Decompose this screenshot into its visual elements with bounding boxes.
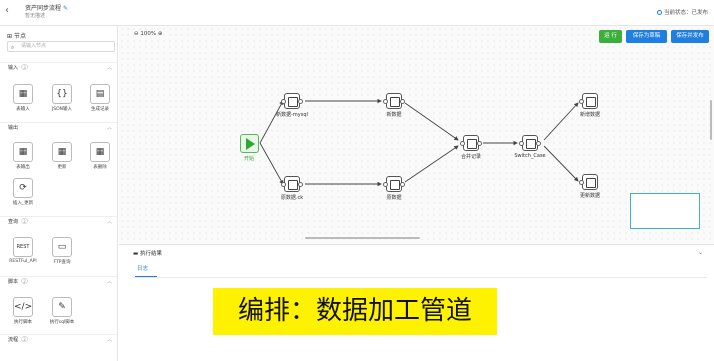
edge-sort1-merge (404, 102, 459, 141)
port-in (579, 99, 584, 104)
node-merge[interactable] (460, 135, 482, 151)
terminal-icon: ▬ (133, 251, 139, 257)
port-out (477, 141, 482, 146)
node-sort1-label: 新数据 (386, 112, 402, 118)
port-in (383, 99, 388, 104)
node-out2[interactable] (579, 174, 598, 190)
port-out (400, 99, 405, 104)
result-title-text: 执行结果 (139, 251, 162, 257)
node-out2-label: 更新数据 (579, 193, 600, 199)
port-out (298, 99, 303, 104)
node-merge-label: 合并记录 (460, 154, 481, 160)
start-label: 开始 (243, 156, 254, 162)
port-in (383, 182, 388, 187)
node-src2-label: 原数据.ck (280, 195, 304, 201)
edge-switch-out2 (543, 145, 579, 182)
node-switch[interactable] (519, 135, 541, 151)
collapse-chevron-icon[interactable]: ⌄ (698, 249, 703, 256)
node-sort1[interactable] (383, 93, 405, 109)
result-title: ▬ 执行结果 (133, 249, 162, 257)
port-in (281, 99, 286, 104)
start-node[interactable] (240, 134, 259, 153)
edge-sort2-merge (404, 145, 459, 183)
port-out (298, 182, 303, 187)
node-out1[interactable] (579, 93, 598, 109)
node-out1-label: 新增数据 (579, 112, 600, 118)
port-in (460, 141, 465, 146)
node-switch-label: Switch_Case (514, 153, 546, 159)
edge-start-src1 (259, 100, 284, 144)
edge-start-src2 (259, 142, 284, 185)
node-src1-label: 新数据-mysql (276, 112, 308, 118)
canvas-vertical-scrollbar[interactable] (710, 100, 712, 140)
node-src1[interactable] (281, 93, 303, 109)
tab-log[interactable]: 日志 (137, 264, 148, 272)
port-out (400, 182, 405, 187)
minimap[interactable] (630, 193, 700, 229)
node-sort2[interactable] (383, 176, 405, 192)
tab-divider (133, 277, 707, 278)
port-in (519, 141, 524, 146)
port-out (536, 141, 541, 146)
port-in (579, 180, 584, 185)
node-src2[interactable] (281, 176, 303, 192)
canvas-horizontal-scrollbar[interactable] (305, 237, 420, 239)
edge-switch-out1 (543, 102, 579, 141)
node-sort2-label: 原数据 (386, 195, 402, 201)
port-in (281, 182, 286, 187)
caption-banner: 编排：数据加工管道 (213, 288, 497, 335)
